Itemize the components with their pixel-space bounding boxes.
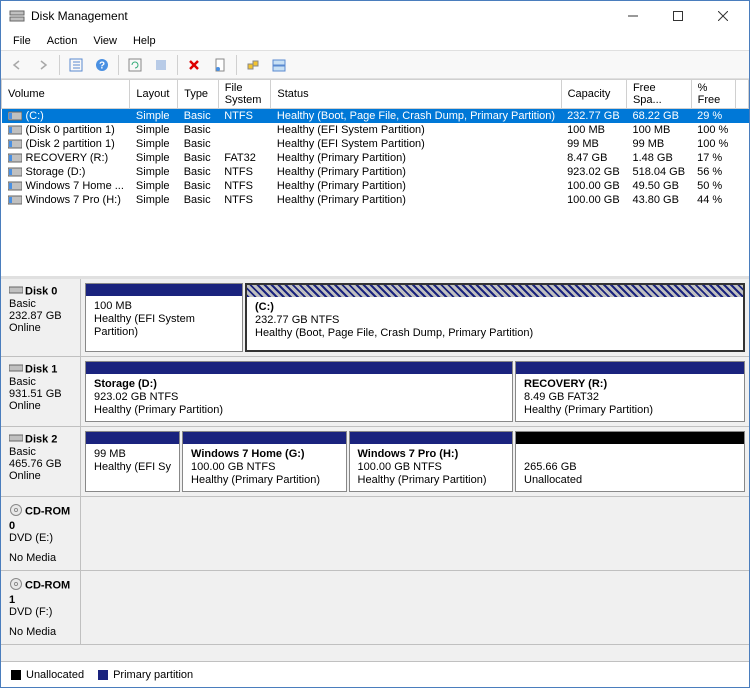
partition-bar — [516, 432, 744, 444]
volume-icon — [8, 125, 22, 135]
col-status[interactable]: Status — [271, 80, 561, 109]
volume-row[interactable]: (Disk 2 partition 1)SimpleBasicHealthy (… — [2, 137, 749, 151]
show-hide-tree-button[interactable] — [64, 53, 88, 77]
volume-icon — [8, 139, 22, 149]
disk-label: Disk 1 Basic 931.51 GB Online — [1, 357, 81, 426]
delete-button[interactable] — [182, 53, 206, 77]
disk-icon — [9, 285, 23, 298]
separator — [236, 55, 237, 75]
volume-row[interactable]: Windows 7 Pro (H:)SimpleBasicNTFSHealthy… — [2, 193, 749, 207]
view-button[interactable] — [267, 53, 291, 77]
disk-layout[interactable]: Disk 0 Basic 232.87 GB Online 100 MBHeal… — [1, 279, 749, 661]
partition-bar — [86, 432, 179, 444]
volume-icon — [8, 111, 22, 121]
cdrom-icon — [9, 503, 23, 520]
col-free[interactable]: Free Spa... — [626, 80, 691, 109]
legend-swatch-primary — [98, 670, 108, 680]
disk-icon — [9, 433, 23, 446]
volume-row[interactable]: Windows 7 Home ...SimpleBasicNTFSHealthy… — [2, 179, 749, 193]
partition[interactable]: RECOVERY (R:)8.49 GB FAT32Healthy (Prima… — [515, 361, 745, 422]
separator — [118, 55, 119, 75]
partition[interactable]: Windows 7 Pro (H:)100.00 GB NTFSHealthy … — [349, 431, 513, 492]
menubar: File Action View Help — [1, 31, 749, 51]
disk-row-0[interactable]: Disk 0 Basic 232.87 GB Online 100 MBHeal… — [1, 279, 749, 357]
cdrom-row-0[interactable]: CD-ROM 0 DVD (E:) No Media — [1, 497, 749, 571]
volume-row[interactable]: (C:)SimpleBasicNTFSHealthy (Boot, Page F… — [2, 109, 749, 124]
disk-row-1[interactable]: Disk 1 Basic 931.51 GB Online Storage (D… — [1, 357, 749, 427]
no-media-area — [81, 571, 749, 644]
refresh-button[interactable] — [123, 53, 147, 77]
volume-icon — [8, 153, 22, 163]
help-button[interactable]: ? — [90, 53, 114, 77]
legend: Unallocated Primary partition — [1, 661, 749, 687]
app-icon — [9, 8, 25, 24]
partition-unallocated[interactable]: 265.66 GBUnallocated — [515, 431, 745, 492]
col-pctfree[interactable]: % Free — [691, 80, 735, 109]
partition-bar — [516, 362, 744, 374]
cdrom-icon — [9, 577, 23, 594]
partition-bar — [86, 284, 242, 296]
separator — [59, 55, 60, 75]
no-media-area — [81, 497, 749, 570]
save-button[interactable] — [149, 53, 173, 77]
disk-label: CD-ROM 1 DVD (F:) No Media — [1, 571, 81, 644]
cdrom-row-1[interactable]: CD-ROM 1 DVD (F:) No Media — [1, 571, 749, 645]
partition-bar — [86, 362, 512, 374]
volume-row[interactable]: Storage (D:)SimpleBasicNTFSHealthy (Prim… — [2, 165, 749, 179]
menu-file[interactable]: File — [5, 33, 39, 49]
properties-button[interactable] — [208, 53, 232, 77]
legend-swatch-unallocated — [11, 670, 21, 680]
volume-icon — [8, 181, 22, 191]
svg-text:?: ? — [99, 60, 105, 71]
volume-icon — [8, 167, 22, 177]
disk-label: CD-ROM 0 DVD (E:) No Media — [1, 497, 81, 570]
minimize-button[interactable] — [610, 2, 655, 31]
menu-view[interactable]: View — [85, 33, 125, 49]
partition[interactable]: Windows 7 Home (G:)100.00 GB NTFSHealthy… — [182, 431, 346, 492]
back-button[interactable] — [5, 53, 29, 77]
col-fs[interactable]: File System — [218, 80, 271, 109]
col-layout[interactable]: Layout — [130, 80, 178, 109]
col-volume[interactable]: Volume — [2, 80, 130, 109]
partition[interactable]: 99 MBHealthy (EFI Sy — [85, 431, 180, 492]
partition-bar — [183, 432, 345, 444]
disk-label: Disk 2 Basic 465.76 GB Online — [1, 427, 81, 496]
menu-help[interactable]: Help — [125, 33, 164, 49]
col-capacity[interactable]: Capacity — [561, 80, 626, 109]
col-spacer — [735, 80, 748, 109]
menu-action[interactable]: Action — [39, 33, 86, 49]
volume-row[interactable]: (Disk 0 partition 1)SimpleBasicHealthy (… — [2, 123, 749, 137]
volume-icon — [8, 195, 22, 205]
forward-button[interactable] — [31, 53, 55, 77]
disk-label: Disk 0 Basic 232.87 GB Online — [1, 279, 81, 356]
partition[interactable]: Storage (D:)923.02 GB NTFSHealthy (Prima… — [85, 361, 513, 422]
close-button[interactable] — [700, 2, 745, 31]
volume-list[interactable]: Volume Layout Type File System Status Ca… — [1, 79, 749, 279]
partition[interactable]: 100 MBHealthy (EFI System Partition) — [85, 283, 243, 352]
partition-bar — [247, 285, 743, 297]
separator — [177, 55, 178, 75]
partition-selected[interactable]: (C:)232.77 GB NTFSHealthy (Boot, Page Fi… — [245, 283, 745, 352]
disk-row-2[interactable]: Disk 2 Basic 465.76 GB Online 99 MBHealt… — [1, 427, 749, 497]
action-button[interactable] — [241, 53, 265, 77]
disk-icon — [9, 363, 23, 376]
titlebar: Disk Management — [1, 1, 749, 31]
window-title: Disk Management — [31, 9, 610, 23]
col-type[interactable]: Type — [178, 80, 219, 109]
toolbar: ? — [1, 51, 749, 79]
volume-row[interactable]: RECOVERY (R:)SimpleBasicFAT32Healthy (Pr… — [2, 151, 749, 165]
maximize-button[interactable] — [655, 2, 700, 31]
partition-bar — [350, 432, 512, 444]
